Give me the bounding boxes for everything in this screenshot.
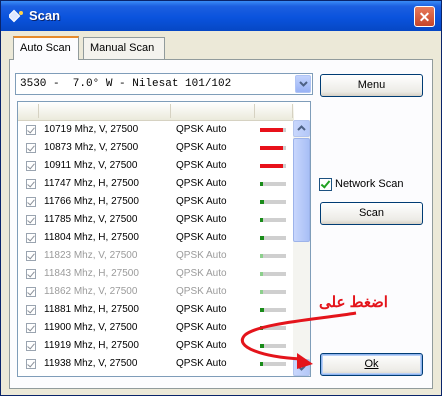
annotation-arrow [241, 311, 357, 369]
scan-window: Scan ✕ Auto Scan Manual Scan 3530 - 7.0°… [0, 0, 442, 396]
